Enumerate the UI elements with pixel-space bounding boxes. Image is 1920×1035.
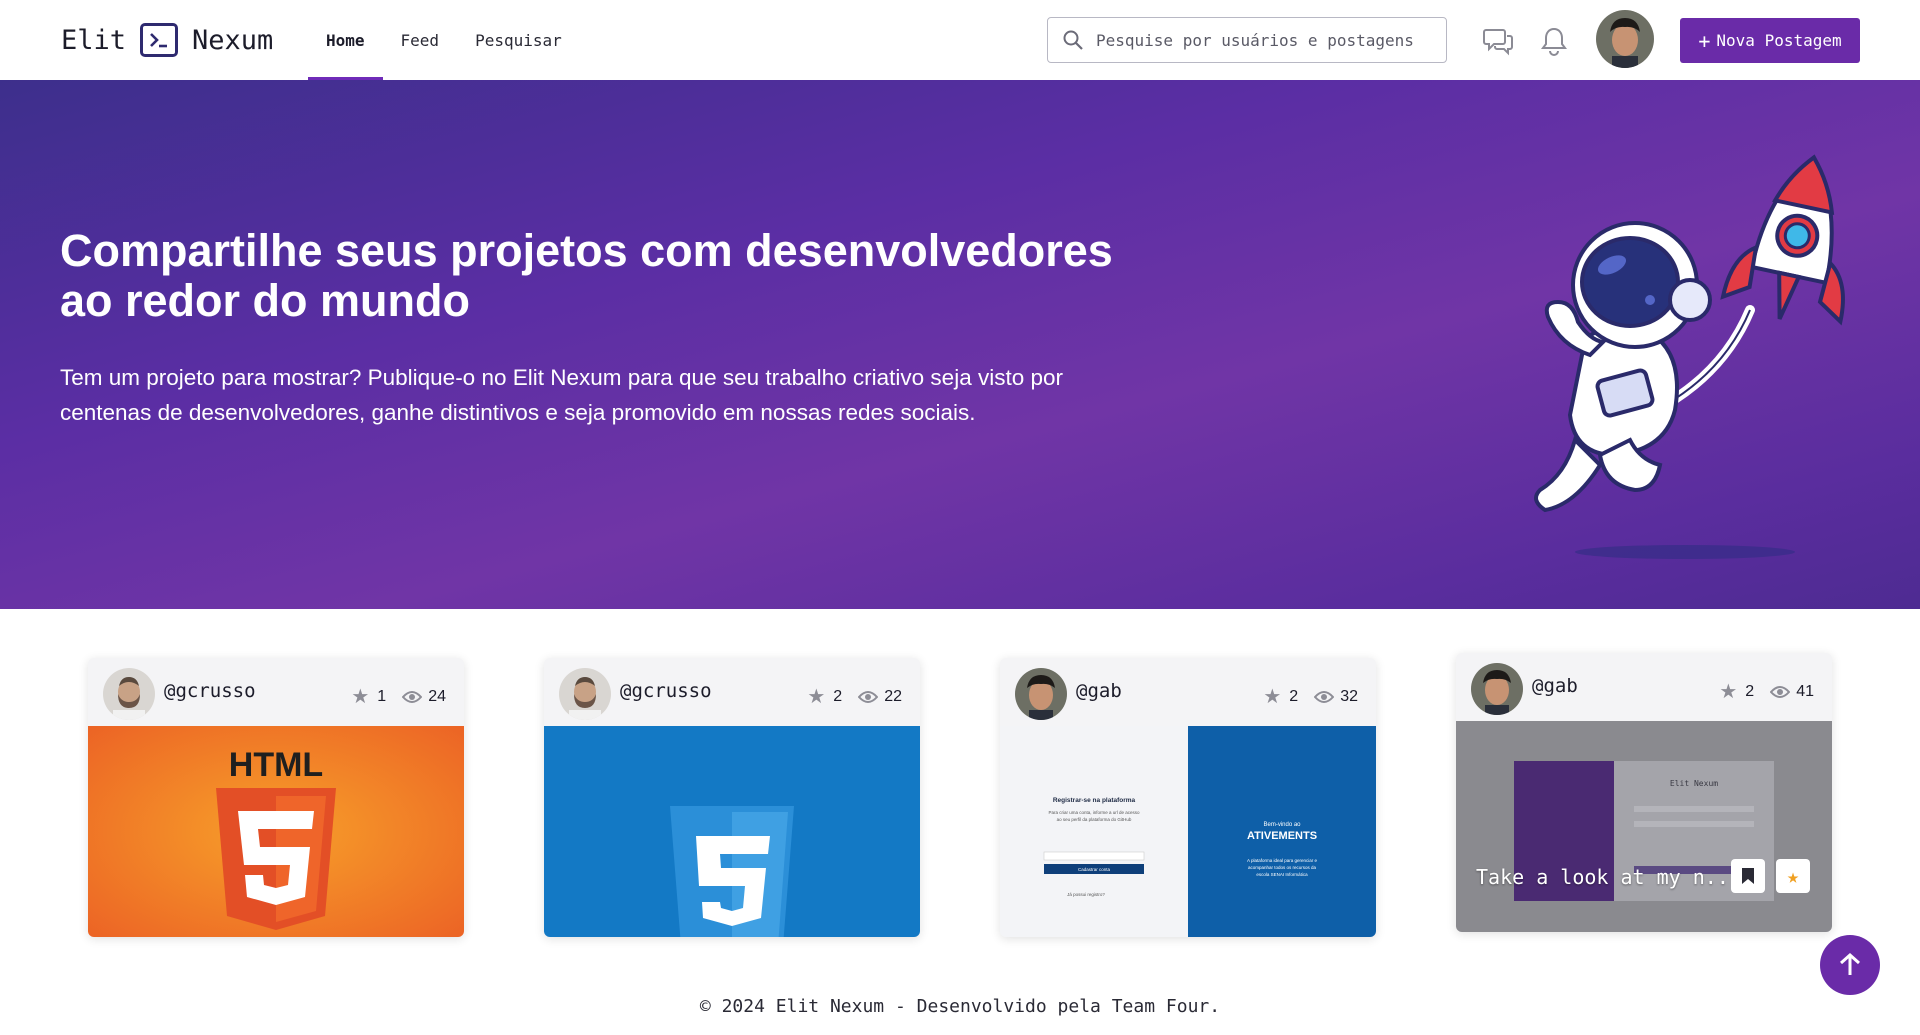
footer-text: © 2024 Elit Nexum - Desenvolvido pela Te…	[699, 996, 1221, 1017]
star-icon[interactable]: ★	[807, 684, 825, 709]
nav-links: Home Feed Pesquisar	[308, 0, 580, 80]
card-thumbnail[interactable]: Registrar-se na plataforma Para criar um…	[1000, 726, 1376, 937]
project-card[interactable]: @gab ★ 2 41 Elit Nexum Take a look at my…	[1456, 653, 1832, 932]
star-count: 2	[1289, 687, 1299, 705]
svg-text:Já possui registro?: Já possui registro?	[1067, 892, 1105, 897]
hero-title: Compartilhe seus projetos com desenvolve…	[60, 225, 1113, 326]
new-post-button[interactable]: + Nova Postagem	[1680, 18, 1860, 63]
plus-icon: +	[1698, 28, 1711, 53]
card-avatar[interactable]	[1471, 663, 1523, 715]
star-count: 2	[1745, 682, 1755, 700]
nav-link-feed[interactable]: Feed	[383, 0, 458, 80]
logo-text-left: Elit	[61, 24, 127, 56]
star-count: 1	[377, 687, 387, 705]
card-username[interactable]: @gab	[1532, 675, 1578, 697]
hero-banner: Compartilhe seus projetos com desenvolve…	[0, 80, 1920, 609]
svg-text:ATIVEMENTS: ATIVEMENTS	[1247, 830, 1317, 842]
svg-text:Elit Nexum: Elit Nexum	[1670, 779, 1718, 788]
nav-link-search[interactable]: Pesquisar	[457, 0, 580, 80]
new-post-label: Nova Postagem	[1716, 31, 1842, 50]
search-icon	[1063, 30, 1083, 50]
card-header: @gab ★ 2 32	[1000, 658, 1376, 726]
user-avatar[interactable]	[1596, 10, 1654, 68]
logo[interactable]: Elit Nexum	[61, 20, 273, 60]
eye-icon	[402, 690, 423, 703]
card-thumbnail[interactable]: HTML	[88, 726, 464, 937]
svg-text:Para criar uma conta, informe: Para criar uma conta, informe a url de a…	[1048, 810, 1140, 815]
logo-text-right: Nexum	[192, 24, 274, 56]
thumb-html-label: HTML	[229, 746, 323, 784]
eye-icon	[1314, 690, 1335, 703]
card-username[interactable]: @gab	[1076, 680, 1122, 702]
star-count: 2	[833, 687, 843, 705]
card-header: @gcrusso ★ 2 22	[544, 658, 920, 726]
card-stats: ★ 2 41	[1719, 679, 1814, 704]
search-input[interactable]	[1094, 29, 1428, 51]
card-username[interactable]: @gcrusso	[164, 680, 256, 702]
view-count: 41	[1796, 682, 1814, 700]
view-count: 22	[884, 687, 902, 705]
card-thumbnail[interactable]	[544, 726, 920, 937]
card-avatar[interactable]	[1015, 668, 1067, 720]
bookmark-icon[interactable]	[1731, 859, 1765, 893]
view-count: 24	[428, 687, 446, 705]
card-username[interactable]: @gcrusso	[620, 680, 712, 702]
project-card[interactable]: @gcrusso ★ 1 24 HTML	[88, 658, 464, 937]
card-thumbnail[interactable]: Elit Nexum Take a look at my n... ★	[1456, 721, 1832, 932]
terminal-icon	[140, 23, 179, 57]
svg-text:Bem-vindo ao: Bem-vindo ao	[1263, 822, 1301, 828]
card-stats: ★ 1 24	[351, 684, 446, 709]
astronaut-rocket-illustration	[1534, 154, 1845, 559]
project-card[interactable]: @gcrusso ★ 2 22	[544, 658, 920, 937]
card-stats: ★ 2 22	[807, 684, 902, 709]
navbar: Elit Nexum Home Feed Pesquisar + Nova Po…	[0, 0, 1920, 81]
svg-text:Cadastrar conta: Cadastrar conta	[1078, 867, 1111, 872]
search-box	[1047, 17, 1447, 63]
star-icon[interactable]: ★	[1719, 679, 1737, 704]
card-stats: ★ 2 32	[1263, 684, 1358, 709]
eye-icon	[1770, 685, 1791, 698]
svg-text:Registrar-se na plataforma: Registrar-se na plataforma	[1053, 797, 1136, 804]
chat-bubbles-icon[interactable]	[1482, 24, 1516, 58]
card-header: @gcrusso ★ 1 24	[88, 658, 464, 726]
nav-link-home[interactable]: Home	[308, 0, 383, 80]
star-icon[interactable]: ★	[1263, 684, 1281, 709]
arrow-up-icon	[1840, 952, 1860, 975]
card-header: @gab ★ 2 41	[1456, 653, 1832, 721]
bell-icon[interactable]	[1537, 24, 1571, 58]
card-avatar[interactable]	[559, 668, 611, 720]
hero-subtitle: Tem um projeto para mostrar? Publique-o …	[60, 365, 1063, 425]
card-title-overlay: Take a look at my n...	[1476, 865, 1741, 889]
star-icon[interactable]: ★	[351, 684, 369, 709]
svg-text:ao seu perfil da plataforma do: ao seu perfil da plataforma do GitHub	[1057, 817, 1132, 822]
svg-text:A plataforma ideal para gerenc: A plataforma ideal para gerenciar e	[1247, 858, 1318, 863]
eye-icon	[858, 690, 879, 703]
favorite-star-icon[interactable]: ★	[1776, 859, 1810, 893]
svg-text:acompanhar todos os recursos d: acompanhar todos os recursos da	[1248, 865, 1317, 870]
svg-text:escola SENAI Informática: escola SENAI Informática	[1256, 872, 1308, 877]
card-avatar[interactable]	[103, 668, 155, 720]
view-count: 32	[1340, 687, 1358, 705]
project-card[interactable]: @gab ★ 2 32 Registrar-se na plataforma P…	[1000, 658, 1376, 937]
scroll-to-top-button[interactable]	[1820, 935, 1880, 995]
